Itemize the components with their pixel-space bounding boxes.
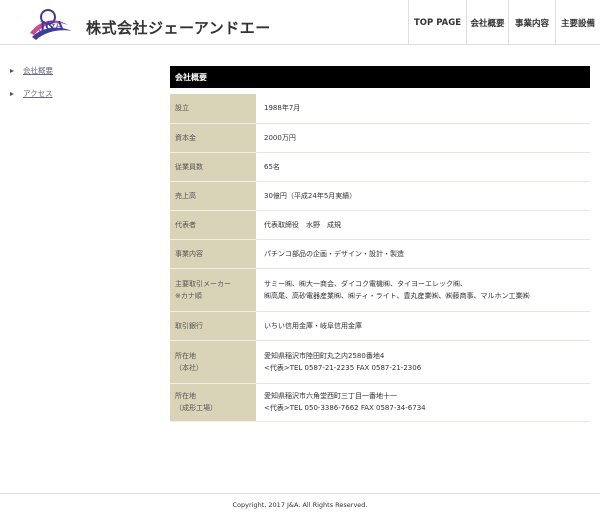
- row-label: 従業員数: [170, 152, 256, 182]
- nav-top-page[interactable]: TOP PAGE: [408, 0, 466, 45]
- table-row: 売上高 30億円（平成24年5月実績）: [170, 181, 590, 211]
- row-value-line: 愛知県稲沢市陸田町丸之内2580番地4: [264, 351, 385, 360]
- table-row: 主要取引メーカー ※カナ順 サミー㈱、㈱大一商会、ダイコク電機㈱、タイヨーエレック㈱…: [170, 268, 590, 312]
- section-title: 会社概要: [170, 66, 590, 88]
- company-info-table: 設立 1988年7月資本金 2000万円従業員数 65名売上高 30億円（平成24年5月…: [170, 94, 590, 422]
- row-label-line: 売上高: [175, 191, 196, 200]
- row-label-line: 取引銀行: [175, 321, 203, 330]
- main-content: 会社概要 設立 1988年7月資本金 2000万円従業員数 65名売上高 30億円（平成…: [170, 66, 590, 422]
- site-header: J&A 株式会社ジェーアンドエー TOP PAGE 会社概要 事業内容 主要設備: [0, 0, 600, 45]
- row-value: 65名: [256, 152, 590, 182]
- row-value: いちい信用金庫・岐阜信用金庫: [256, 311, 590, 341]
- sidebar-item-label: アクセス: [23, 89, 53, 98]
- row-value: サミー㈱、㈱大一商会、ダイコク電機㈱、タイヨーエレック㈱、㈱高尾、高砂電器産業㈱…: [256, 268, 590, 312]
- row-label-line: 代表者: [175, 220, 196, 229]
- row-value-line: 65名: [264, 162, 280, 171]
- row-label: 主要取引メーカー ※カナ順: [170, 268, 256, 312]
- row-label: 資本金: [170, 123, 256, 153]
- row-label: 設立: [170, 94, 256, 124]
- row-value-line: 代表取締役 水野 成規: [264, 220, 341, 229]
- sidebar: 会社概要 アクセス: [10, 64, 150, 110]
- table-row: 設立 1988年7月: [170, 94, 590, 124]
- triangle-right-icon: [10, 68, 14, 73]
- row-label: 売上高: [170, 181, 256, 211]
- row-value-line: 愛知県稲沢市六角堂西町三丁目一番地十一: [264, 392, 397, 400]
- row-value-line: いちい信用金庫・岐阜信用金庫: [264, 321, 362, 330]
- row-value: パチンコ部品の企画・デザイン・設計・製造: [256, 239, 590, 269]
- nav-company-overview[interactable]: 会社概要: [466, 0, 508, 45]
- site-footer: Copyright, 2017 J&A. All Rights Reserved…: [0, 493, 600, 515]
- row-value-line: 1988年7月: [264, 104, 301, 113]
- row-value: 代表取締役 水野 成規: [256, 210, 590, 240]
- global-nav: TOP PAGE 会社概要 事業内容 主要設備: [408, 0, 600, 45]
- sidebar-item-label: 会社概要: [23, 66, 53, 75]
- table-row: 所在地 （成形工場） 愛知県稲沢市六角堂西町三丁目一番地十一 <代表>TEL 050-…: [170, 383, 590, 422]
- table-row: 資本金 2000万円: [170, 123, 590, 153]
- logo-mark: J&A: [30, 9, 72, 40]
- row-value: 2000万円: [256, 123, 590, 153]
- row-label: 所在地 （本社）: [170, 340, 256, 384]
- row-value-line: <代表>TEL 050-3386-7662 FAX 0587-34-6734: [264, 404, 426, 412]
- row-label-line: （本社）: [175, 363, 203, 372]
- logo-letters: J&A: [39, 19, 64, 32]
- row-value-line: サミー㈱、㈱大一商会、ダイコク電機㈱、タイヨーエレック㈱、: [264, 279, 467, 288]
- row-value: 1988年7月: [256, 94, 590, 124]
- row-value: 愛知県稲沢市六角堂西町三丁目一番地十一 <代表>TEL 050-3386-7662…: [256, 383, 590, 422]
- row-label-line: 所在地: [175, 351, 196, 360]
- row-label-line: 所在地: [175, 392, 196, 400]
- sidebar-item-access[interactable]: アクセス: [10, 87, 150, 100]
- row-label-line: 事業内容: [175, 249, 203, 258]
- row-value-line: ㈱高尾、高砂電器産業㈱、㈱ティ・ライト、豊丸産業㈱、㈱藤商事、マルホン工業㈱: [264, 291, 530, 300]
- row-label-line: 従業員数: [175, 162, 203, 171]
- row-label: 代表者: [170, 210, 256, 240]
- row-label-line: 設立: [175, 104, 189, 113]
- copyright-text: Copyright, 2017 J&A. All Rights Reserved…: [232, 500, 368, 509]
- row-label-line: ※カナ順: [175, 291, 202, 300]
- table-row: 事業内容 パチンコ部品の企画・デザイン・設計・製造: [170, 239, 590, 269]
- row-value: 愛知県稲沢市陸田町丸之内2580番地4 <代表>TEL 0587-21-2235 …: [256, 340, 590, 384]
- site-logo[interactable]: J&A 株式会社ジェーアンドエー: [28, 7, 278, 43]
- table-row: 所在地 （本社） 愛知県稲沢市陸田町丸之内2580番地4 <代表>TEL 0587-2…: [170, 340, 590, 384]
- company-name: 株式会社ジェーアンドエー: [86, 19, 271, 37]
- row-label: 取引銀行: [170, 311, 256, 341]
- row-label-line: 主要取引メーカー: [175, 279, 231, 288]
- sidebar-item-company-overview[interactable]: 会社概要: [10, 64, 150, 77]
- table-row: 従業員数 65名: [170, 152, 590, 182]
- table-row: 代表者 代表取締役 水野 成規: [170, 210, 590, 240]
- row-value-line: 30億円（平成24年5月実績）: [264, 191, 357, 200]
- row-value-line: 2000万円: [264, 133, 296, 142]
- triangle-right-icon: [10, 91, 14, 96]
- row-value: 30億円（平成24年5月実績）: [256, 181, 590, 211]
- row-value-line: <代表>TEL 0587-21-2235 FAX 0587-21-2306: [264, 363, 422, 372]
- nav-equipment[interactable]: 主要設備: [555, 0, 600, 45]
- row-label: 所在地 （成形工場）: [170, 383, 256, 422]
- row-label-line: 資本金: [175, 133, 196, 142]
- row-label-line: （成形工場）: [175, 404, 217, 412]
- row-label: 事業内容: [170, 239, 256, 269]
- row-value-line: パチンコ部品の企画・デザイン・設計・製造: [264, 249, 404, 258]
- table-row: 取引銀行 いちい信用金庫・岐阜信用金庫: [170, 311, 590, 341]
- nav-business[interactable]: 事業内容: [508, 0, 555, 45]
